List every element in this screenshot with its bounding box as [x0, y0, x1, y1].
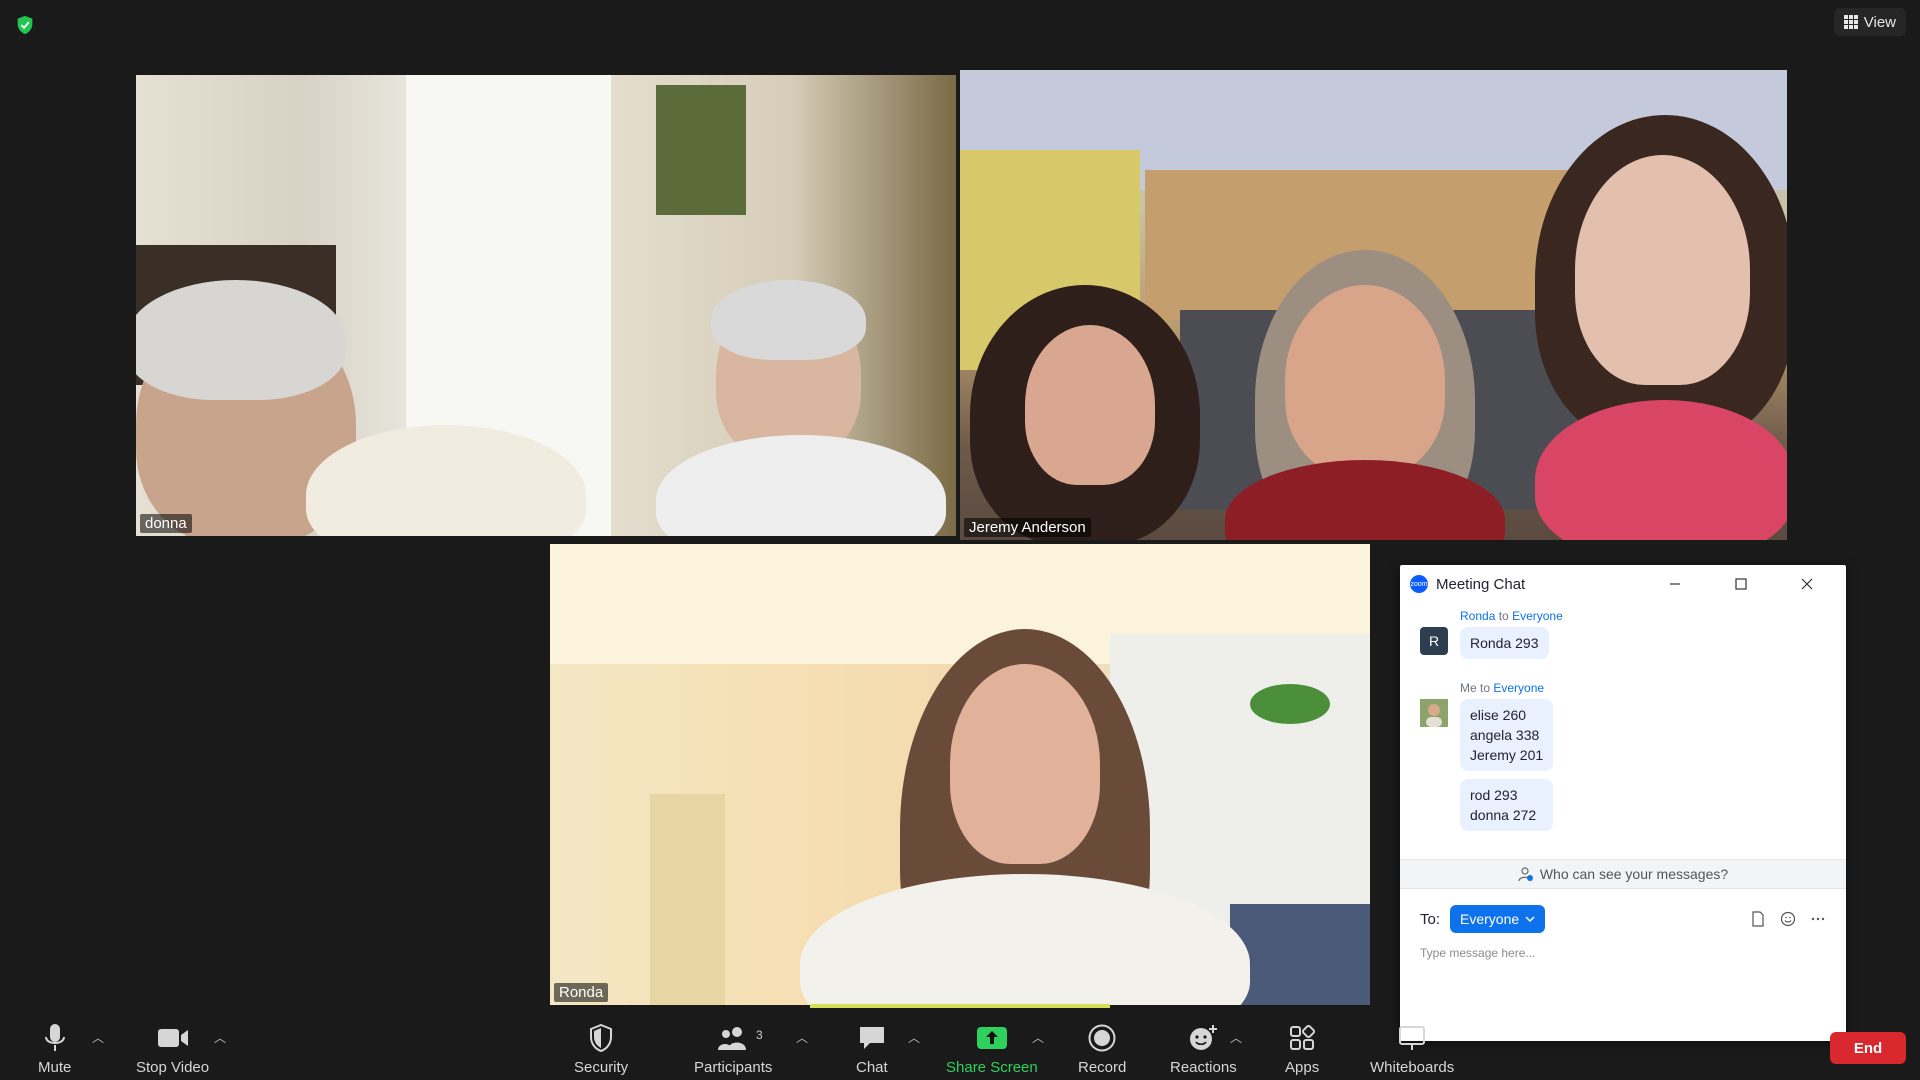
more-options-icon[interactable] [1810, 911, 1826, 927]
apps-icon [1290, 1025, 1316, 1050]
minimize-button[interactable] [1646, 565, 1704, 603]
participants-count: 3 [756, 1028, 763, 1042]
reactions-label: Reactions [1170, 1059, 1237, 1076]
to-word: to [1498, 609, 1509, 623]
view-button[interactable]: View [1833, 8, 1906, 36]
zoom-logo-icon: zoom [1410, 575, 1428, 593]
to-label: To: [1420, 910, 1441, 928]
message-bubble[interactable]: rod 293 donna 272 [1460, 779, 1554, 831]
shield-icon [590, 1024, 613, 1052]
mute-button[interactable]: Mute [38, 1023, 71, 1076]
message-input[interactable] [1420, 941, 1826, 965]
recipient-select[interactable]: Everyone [1450, 905, 1546, 933]
participant-name: Jeremy Anderson [964, 518, 1091, 537]
message-meta: Me to Everyone [1460, 681, 1553, 695]
to-word: to [1480, 681, 1491, 695]
meeting-toolbar: Mute ︿ Stop Video ︿ Security Participant… [0, 1020, 1920, 1080]
share-screen-button[interactable]: Share Screen [946, 1023, 1038, 1076]
message-bubble[interactable]: elise 260 angela 338 Jeremy 201 [1460, 699, 1554, 771]
video-camera-icon [157, 1029, 188, 1047]
grid-icon [1843, 15, 1858, 29]
message-meta: Ronda to Everyone [1460, 609, 1563, 623]
message-group-ronda: Ronda to Everyone R Ronda 293 [1420, 609, 1563, 667]
share-screen-label: Share Screen [946, 1059, 1038, 1076]
chevron-down-icon [1525, 916, 1535, 923]
shield-check-icon[interactable] [14, 14, 36, 36]
recipient-select-value: Everyone [1460, 911, 1520, 927]
video-feed [960, 70, 1787, 540]
participant-name: Ronda [554, 983, 609, 1002]
emoji-icon[interactable] [1780, 911, 1796, 927]
security-button[interactable]: Security [574, 1023, 628, 1076]
record-label: Record [1078, 1059, 1127, 1076]
recipient-link[interactable]: Everyone [1493, 681, 1544, 695]
chat-options-caret[interactable]: ︿ [908, 1029, 920, 1046]
video-options-caret[interactable]: ︿ [214, 1029, 226, 1046]
participants-icon [718, 1027, 747, 1050]
video-tile-jeremy-anderson[interactable]: Jeremy Anderson [960, 70, 1787, 540]
active-speaker-indicator [810, 1004, 1110, 1008]
minimize-icon [1670, 583, 1680, 585]
chat-messages: Ronda to Everyone R Ronda 293 Me to Ever… [1400, 603, 1846, 899]
chat-label: Chat [856, 1059, 888, 1076]
close-icon [1801, 578, 1813, 590]
record-button[interactable]: Record [1078, 1023, 1126, 1076]
sender-link[interactable]: Ronda [1460, 609, 1495, 623]
chat-bubble-icon [859, 1027, 884, 1049]
mute-label: Mute [38, 1059, 72, 1076]
sender-label: Me [1460, 681, 1477, 695]
stop-video-label: Stop Video [136, 1059, 210, 1076]
video-tile-donna[interactable]: donna [136, 75, 956, 536]
reactions-button[interactable]: Reactions [1170, 1023, 1237, 1076]
whiteboards-button[interactable]: Whiteboards [1370, 1023, 1454, 1076]
video-feed [136, 75, 956, 536]
record-icon [1088, 1024, 1116, 1052]
avatar[interactable] [1420, 699, 1448, 727]
reactions-icon [1190, 1025, 1218, 1050]
maximize-button[interactable] [1712, 565, 1770, 603]
microphone-icon [44, 1024, 65, 1051]
chat-header: zoom Meeting Chat [1400, 565, 1846, 603]
participant-name: donna [140, 514, 192, 533]
meeting-chat-panel: zoom Meeting Chat Ronda to Everyone R Ro… [1400, 565, 1846, 1041]
security-label: Security [574, 1059, 629, 1076]
close-button[interactable] [1778, 565, 1836, 603]
whiteboards-label: Whiteboards [1370, 1059, 1455, 1076]
message-group-me: Me to Everyone elise 260 angela 338 Jere… [1420, 681, 1554, 839]
avatar[interactable]: R [1420, 627, 1448, 655]
stop-video-button[interactable]: Stop Video [136, 1023, 209, 1076]
video-tile-ronda[interactable]: Ronda [550, 544, 1370, 1005]
whiteboard-icon [1399, 1026, 1426, 1050]
audio-options-caret[interactable]: ︿ [92, 1029, 104, 1046]
video-feed [550, 544, 1370, 1005]
apps-label: Apps [1285, 1059, 1320, 1076]
who-can-see-messages[interactable]: Who can see your messages? [1400, 859, 1846, 889]
share-screen-icon [976, 1027, 1007, 1049]
zoom-meeting-window: View donna Jeremy Anderson Ronda zoom Me… [0, 0, 1920, 1080]
participants-label: Participants [694, 1059, 773, 1076]
who-can-see-label: Who can see your messages? [1539, 866, 1729, 882]
chat-title: Meeting Chat [1436, 575, 1526, 593]
share-options-caret[interactable]: ︿ [1032, 1029, 1044, 1046]
user-visibility-icon [1518, 867, 1533, 882]
apps-button[interactable]: Apps [1285, 1023, 1319, 1076]
view-label: View [1863, 13, 1896, 31]
user-photo-icon [1420, 699, 1448, 727]
message-bubble[interactable]: Ronda 293 [1460, 627, 1549, 659]
file-icon[interactable] [1750, 911, 1766, 927]
recipient-link[interactable]: Everyone [1512, 609, 1563, 623]
reactions-options-caret[interactable]: ︿ [1230, 1029, 1242, 1046]
maximize-icon [1735, 578, 1747, 590]
participants-options-caret[interactable]: ︿ [796, 1029, 808, 1046]
end-meeting-button[interactable]: End [1830, 1032, 1906, 1064]
chat-button[interactable]: Chat [856, 1023, 888, 1076]
